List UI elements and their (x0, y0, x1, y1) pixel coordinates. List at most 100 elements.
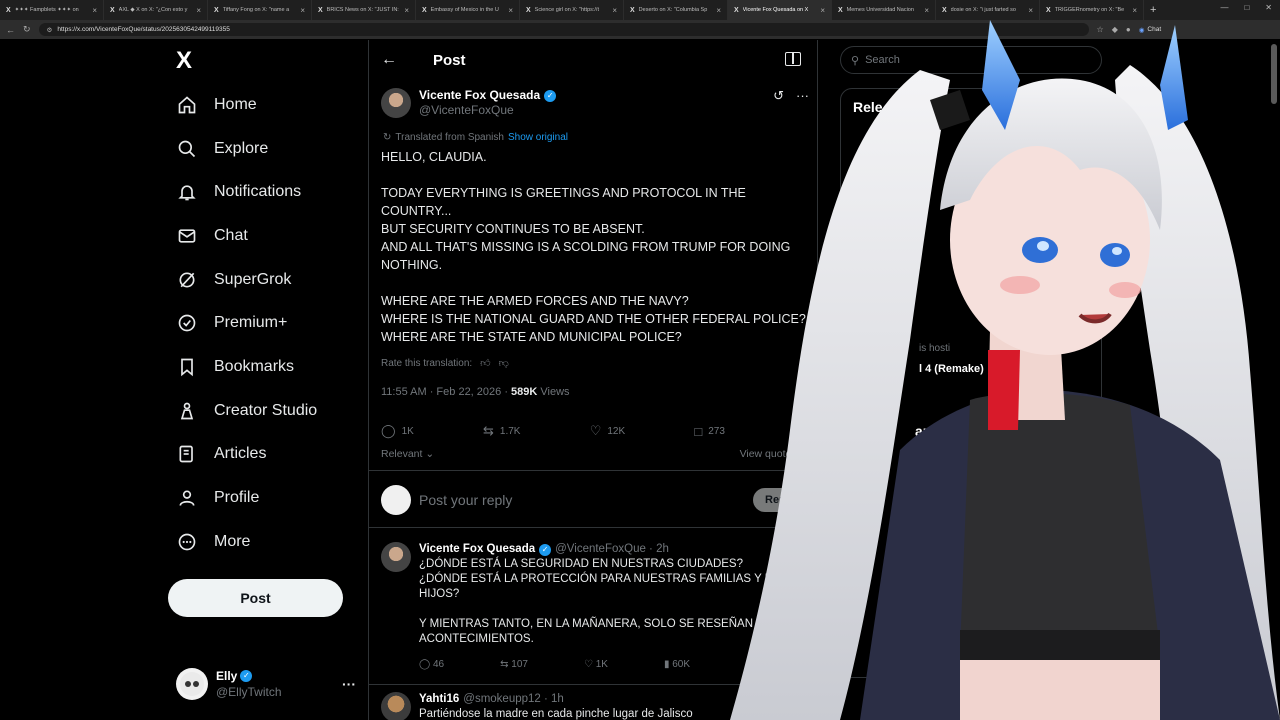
sidebar-item-premium[interactable]: Premium+ (176, 310, 287, 336)
timestamp[interactable]: 11:55 AM · Feb 22, 2026 · (381, 386, 508, 398)
tab-close-icon[interactable]: × (92, 6, 97, 15)
sidebar-item-explore[interactable]: Explore (176, 136, 268, 162)
browser-tab[interactable]: Xdosie on X: "i just farted so × (936, 0, 1040, 20)
thumbs-down-icon[interactable]: 👎︎ (499, 357, 509, 369)
browser-tab[interactable]: X ✦✦✦ Fampblets ✦✦✦ on × (0, 0, 104, 20)
minimize-icon[interactable]: — (1220, 3, 1228, 12)
tab-close-icon[interactable]: × (508, 6, 513, 15)
sidebar-item-profile[interactable]: Profile (176, 485, 259, 511)
author-avatar[interactable] (381, 88, 411, 118)
favicon-icon: X (110, 6, 115, 14)
author-handle[interactable]: @VicenteFoxQue (419, 103, 556, 118)
tab-close-icon[interactable]: × (196, 6, 201, 15)
browser-tab[interactable]: X TRIGGERnometry on X: "Be × (1040, 0, 1144, 20)
reply-avatar[interactable] (381, 692, 411, 720)
back-icon[interactable]: ← (6, 25, 15, 35)
browser-tab[interactable]: X Science girl on X: "https://t × (520, 0, 624, 20)
tab-close-icon[interactable]: × (1132, 6, 1137, 15)
views-action[interactable]: ▮ 60K (664, 657, 690, 672)
home-icon (176, 94, 198, 116)
heart-icon: ♡ (583, 659, 593, 670)
close-icon[interactable]: ✕ (1265, 3, 1272, 12)
sidebar-item-creator-studio[interactable]: Creator Studio (176, 398, 317, 424)
repost-action[interactable]: ⇆ 107 (500, 657, 528, 672)
text-line: HIJOS? (419, 588, 460, 600)
reply-post[interactable]: Vicente Fox Quesada ✓ @VicenteFoxQue · 2… (381, 542, 809, 672)
tab-close-icon[interactable]: × (404, 6, 409, 15)
search-input[interactable]: ⚲ Search (840, 46, 1102, 74)
url-field[interactable]: ⚙ https://x.com/VicenteFoxQue/status/202… (38, 23, 1089, 36)
reply-avatar[interactable] (381, 542, 411, 572)
browser-tab[interactable]: X Memes Universidad Nacion × (832, 0, 936, 20)
browser-tab[interactable]: X Tiffany Fong on X: "name a × (208, 0, 312, 20)
account-switcher[interactable]: Elly ✓ @EllyTwitch ··· (176, 664, 356, 704)
show-original-link[interactable]: Show original (508, 132, 568, 143)
reply-input[interactable]: Post your reply (419, 492, 745, 508)
tab-close-icon[interactable]: × (612, 6, 617, 15)
browser-tab[interactable]: X AXL ◆ X on X: "¿Con esto y × (104, 0, 208, 20)
reply-action[interactable]: ◯ 1K (381, 423, 414, 439)
share-action[interactable]: ⇧ (794, 423, 805, 439)
sidebar-item-label: Notifications (214, 183, 302, 200)
repost-action[interactable]: ⇆ 1.7K (483, 423, 520, 439)
sort-replies-dropdown[interactable]: Relevant ⌄ (381, 448, 434, 460)
like-action[interactable]: ♡ 12K (590, 423, 625, 439)
reply-button[interactable]: Reply (753, 487, 807, 512)
reload-icon[interactable]: ↻ (23, 24, 31, 35)
bookmark-action[interactable]: □ 273 (694, 423, 725, 439)
right-sidebar: ⚲ Search Rele is hosti l 4 (Remake) appe… (830, 40, 1130, 720)
sidebar-item-more[interactable]: More (176, 529, 250, 555)
reply-action[interactable]: ◯ 46 (419, 657, 444, 672)
browser-tab[interactable]: X Vicente Fox Quesada on X × (728, 0, 832, 20)
sidebar-item-articles[interactable]: Articles (176, 441, 266, 467)
rate-translation: Rate this translation: 👍︎ 👎︎ (381, 357, 509, 370)
tab-close-icon[interactable]: × (1028, 6, 1033, 15)
browser-tab[interactable]: X Deserto on X: "Columbia Sp × (624, 0, 728, 20)
browser-tab[interactable]: X BRICS News on X: "JUST IN: × (312, 0, 416, 20)
tab-close-icon[interactable]: × (820, 6, 825, 15)
post-button[interactable]: Post (168, 579, 343, 617)
new-tab-button[interactable]: + (1144, 4, 1156, 16)
search-icon (176, 138, 198, 160)
live-space-title[interactable]: l 4 (Remake) (919, 363, 984, 375)
grok-icon[interactable]: ↺ (773, 88, 784, 104)
sidebar-item-notifications[interactable]: Notifications (176, 179, 301, 205)
reader-mode-icon[interactable] (785, 52, 801, 66)
favicon-icon: X (318, 6, 323, 14)
author-name[interactable]: Vicente Fox Quesada (419, 88, 540, 103)
back-arrow-icon[interactable]: ← (381, 51, 397, 69)
text-line: WHERE ARE THE ARMED FORCES AND THE NAVY? (381, 294, 689, 308)
tab-close-icon[interactable]: × (300, 6, 305, 15)
reply-post[interactable]: Yahti16 @smokeupp12 · 1h Partiéndose la … (381, 692, 809, 720)
profile-icon[interactable]: ● (1126, 25, 1131, 34)
post-header: ← Post (369, 40, 817, 80)
reply-author-handle[interactable]: @smokeupp12 · 1h (463, 692, 564, 707)
sidebar-item-home[interactable]: Home (176, 92, 257, 118)
sidebar-item-chat[interactable]: Chat (176, 223, 248, 249)
x-logo-icon[interactable]: X (176, 49, 198, 73)
thumbs-up-icon[interactable]: 👍︎ (480, 357, 490, 369)
view-quotes-link[interactable]: View quotes › (740, 448, 803, 460)
bookmark-star-icon[interactable]: ☆ (1097, 25, 1104, 34)
account-more-icon[interactable]: ··· (342, 676, 356, 692)
sidebar-item-bookmarks[interactable]: Bookmarks (176, 354, 294, 380)
reply-author-handle[interactable]: @VicenteFoxQue · 2h (555, 542, 669, 557)
extension-icon[interactable]: ◆ (1112, 25, 1118, 34)
site-info-icon[interactable]: ⚙ (47, 26, 53, 34)
text-line (419, 602, 809, 617)
maximize-icon[interactable]: □ (1244, 3, 1249, 12)
chat-button[interactable]: ◉ Chat (1139, 26, 1161, 34)
tab-title: ✦✦✦ Fampblets ✦✦✦ on (14, 7, 79, 13)
reply-author-name[interactable]: Yahti16 (419, 692, 459, 707)
reply-author-name[interactable]: Vicente Fox Quesada (419, 542, 535, 557)
tab-close-icon[interactable]: × (924, 6, 929, 15)
page-scrollbar[interactable] (1271, 44, 1277, 104)
more-icon[interactable]: ··· (796, 88, 809, 104)
tab-close-icon[interactable]: × (716, 6, 721, 15)
sidebar-item-supergrok[interactable]: SuperGrok (176, 267, 291, 293)
verified-badge-icon: ✓ (539, 543, 552, 556)
bookmark-count: 273 (708, 425, 725, 437)
like-action[interactable]: ♡ 1K (584, 657, 608, 672)
translate-icon: ↻ (383, 132, 392, 143)
browser-tab[interactable]: X Embassy of Mexico in the U × (416, 0, 520, 20)
